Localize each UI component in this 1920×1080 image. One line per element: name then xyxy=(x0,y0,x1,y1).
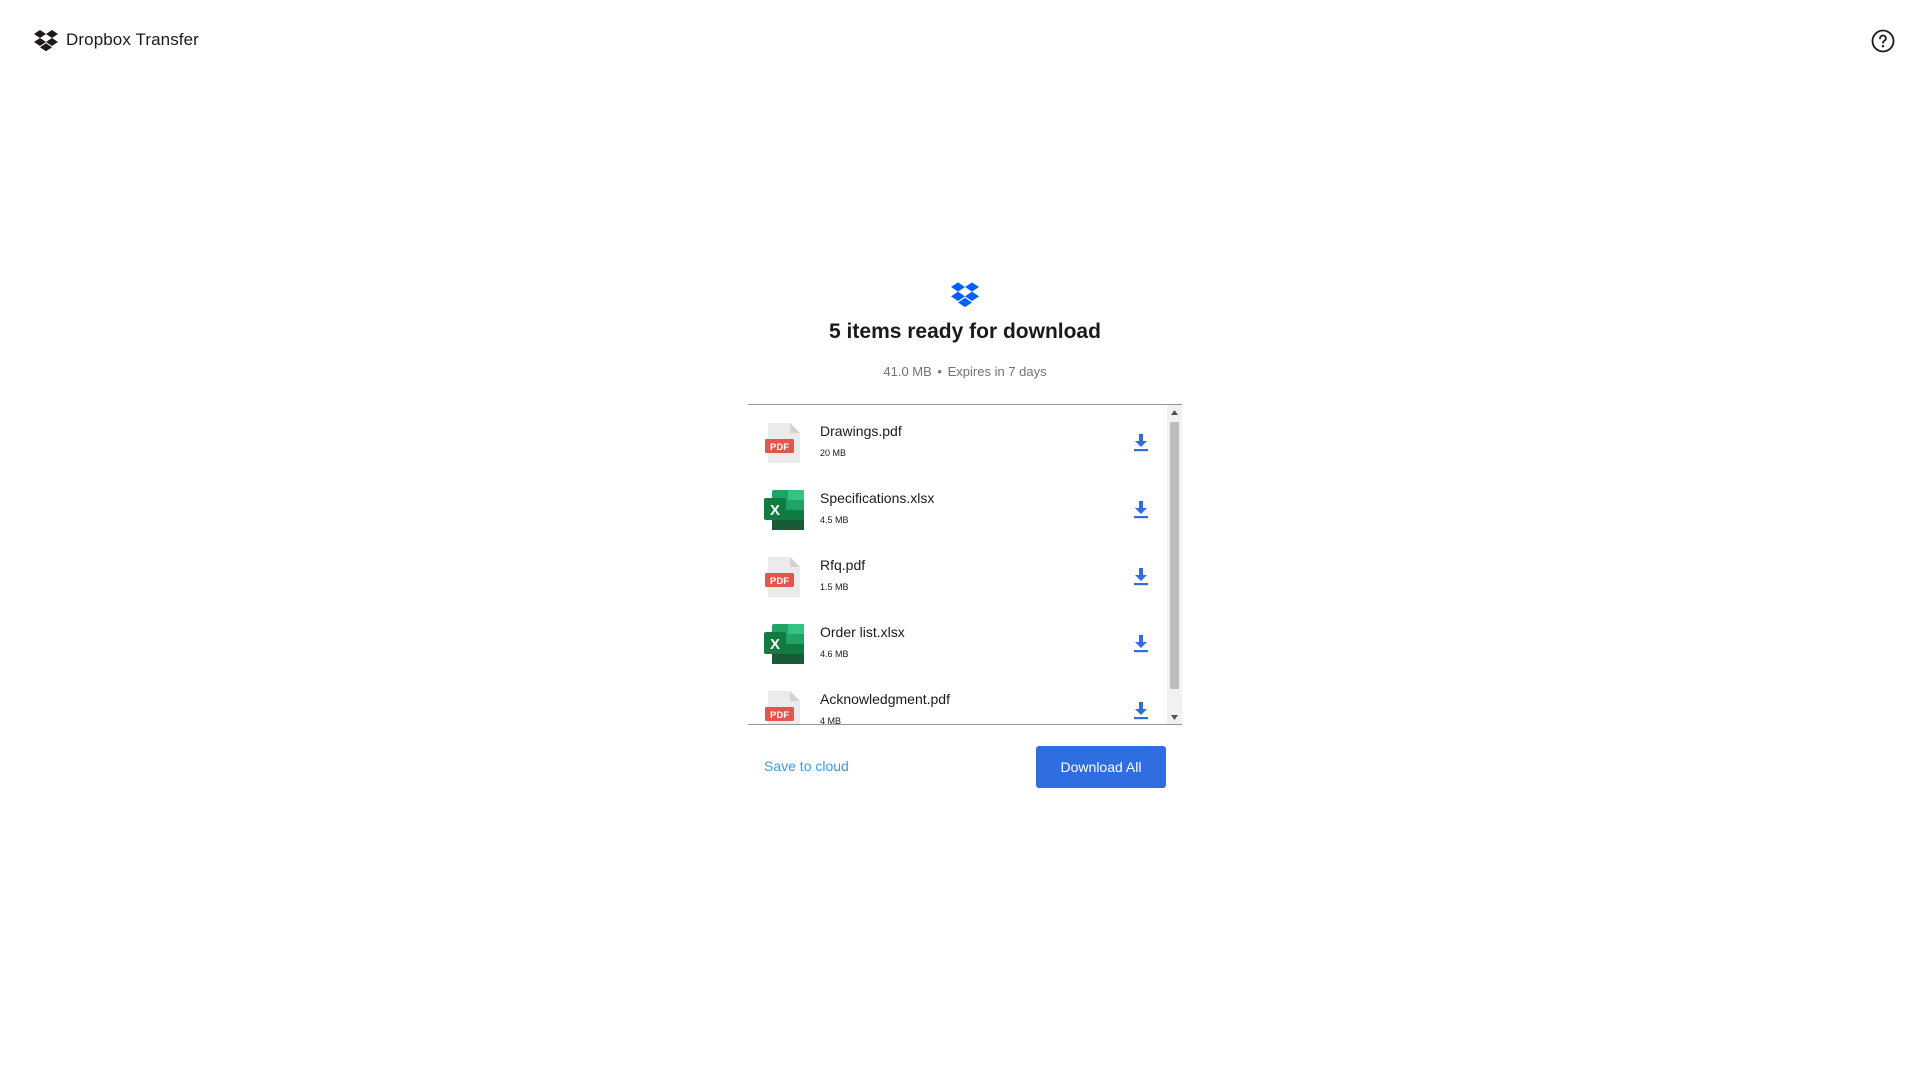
excel-file-icon: X xyxy=(764,489,804,531)
transfer-panel: 5 items ready for download 41.0 MB • Exp… xyxy=(748,280,1182,788)
brand-home-link[interactable]: Dropbox Transfer xyxy=(34,28,199,52)
file-list: PDF Drawings.pdf 20 MB X Specifications.… xyxy=(748,405,1166,724)
file-row[interactable]: PDF Drawings.pdf 20 MB xyxy=(748,409,1166,476)
download-all-button[interactable]: Download All xyxy=(1036,746,1166,788)
download-icon xyxy=(1134,500,1148,518)
pdf-file-icon: PDF xyxy=(764,556,804,598)
file-name: Rfq.pdf xyxy=(820,557,866,573)
file-size: 4 MB xyxy=(820,716,842,725)
file-meta: Drawings.pdf 20 MB xyxy=(820,423,1166,458)
file-list-scrollbar[interactable] xyxy=(1167,405,1182,724)
dropbox-logo-icon xyxy=(951,282,979,308)
download-icon xyxy=(1134,567,1148,585)
pdf-badge-label: PDF xyxy=(770,710,789,721)
pdf-badge-label: PDF xyxy=(770,576,789,587)
download-file-button[interactable] xyxy=(1132,567,1150,587)
help-button[interactable] xyxy=(1870,28,1896,54)
scrollbar-thumb[interactable] xyxy=(1170,422,1179,689)
brand-name: Dropbox Transfer xyxy=(66,30,199,49)
transfer-info: 41.0 MB • Expires in 7 days xyxy=(748,364,1182,379)
file-meta: Order list.xlsx 4.6 MB xyxy=(820,624,1166,659)
download-file-button[interactable] xyxy=(1132,433,1150,453)
file-row[interactable]: X Order list.xlsx 4.6 MB xyxy=(748,610,1166,677)
file-name: Order list.xlsx xyxy=(820,624,905,640)
file-row[interactable]: PDF Rfq.pdf 1.5 MB xyxy=(748,543,1166,610)
file-row[interactable]: PDF Acknowledgment.pdf 4 MB xyxy=(748,677,1166,725)
page-title: 5 items ready for download xyxy=(829,320,1101,343)
file-size: 4.6 MB xyxy=(820,649,849,659)
file-size: 20 MB xyxy=(820,448,847,458)
download-file-button[interactable] xyxy=(1132,500,1150,520)
triangle-up-icon xyxy=(1171,409,1178,415)
help-circle-icon xyxy=(1871,29,1895,53)
pdf-badge-label: PDF xyxy=(770,442,789,453)
file-list-container: PDF Drawings.pdf 20 MB X Specifications.… xyxy=(748,404,1182,725)
download-file-button[interactable] xyxy=(1132,701,1150,721)
transfer-expiry: Expires in 7 days xyxy=(947,364,1047,379)
file-size: 4.5 MB xyxy=(820,515,849,525)
transfer-actions: Save to cloud Download All xyxy=(748,746,1182,788)
save-to-cloud-link[interactable]: Save to cloud xyxy=(764,758,849,774)
file-meta: Rfq.pdf 1.5 MB xyxy=(820,557,1166,592)
download-icon xyxy=(1134,433,1148,451)
download-file-button[interactable] xyxy=(1132,634,1150,654)
top-bar: Dropbox Transfer xyxy=(0,0,1920,80)
download-icon xyxy=(1134,634,1148,652)
transfer-size: 41.0 MB xyxy=(883,364,932,379)
file-name: Drawings.pdf xyxy=(820,423,902,439)
excel-file-icon: X xyxy=(764,623,804,665)
download-icon xyxy=(1134,701,1148,719)
triangle-down-icon xyxy=(1171,714,1178,720)
xlsx-badge-label: X xyxy=(770,502,780,519)
pdf-file-icon: PDF xyxy=(764,690,804,724)
scroll-down-arrow[interactable] xyxy=(1167,710,1182,724)
scroll-up-arrow[interactable] xyxy=(1167,405,1182,419)
file-size: 1.5 MB xyxy=(820,582,849,592)
separator: • xyxy=(937,364,942,379)
file-row[interactable]: X Specifications.xlsx 4.5 MB xyxy=(748,476,1166,543)
pdf-file-icon: PDF xyxy=(764,422,804,464)
file-name: Acknowledgment.pdf xyxy=(820,691,950,707)
dropbox-logo-icon xyxy=(34,30,58,52)
file-meta: Acknowledgment.pdf 4 MB xyxy=(820,691,1166,725)
xlsx-badge-label: X xyxy=(770,636,780,653)
file-name: Specifications.xlsx xyxy=(820,490,935,506)
file-meta: Specifications.xlsx 4.5 MB xyxy=(820,490,1166,525)
